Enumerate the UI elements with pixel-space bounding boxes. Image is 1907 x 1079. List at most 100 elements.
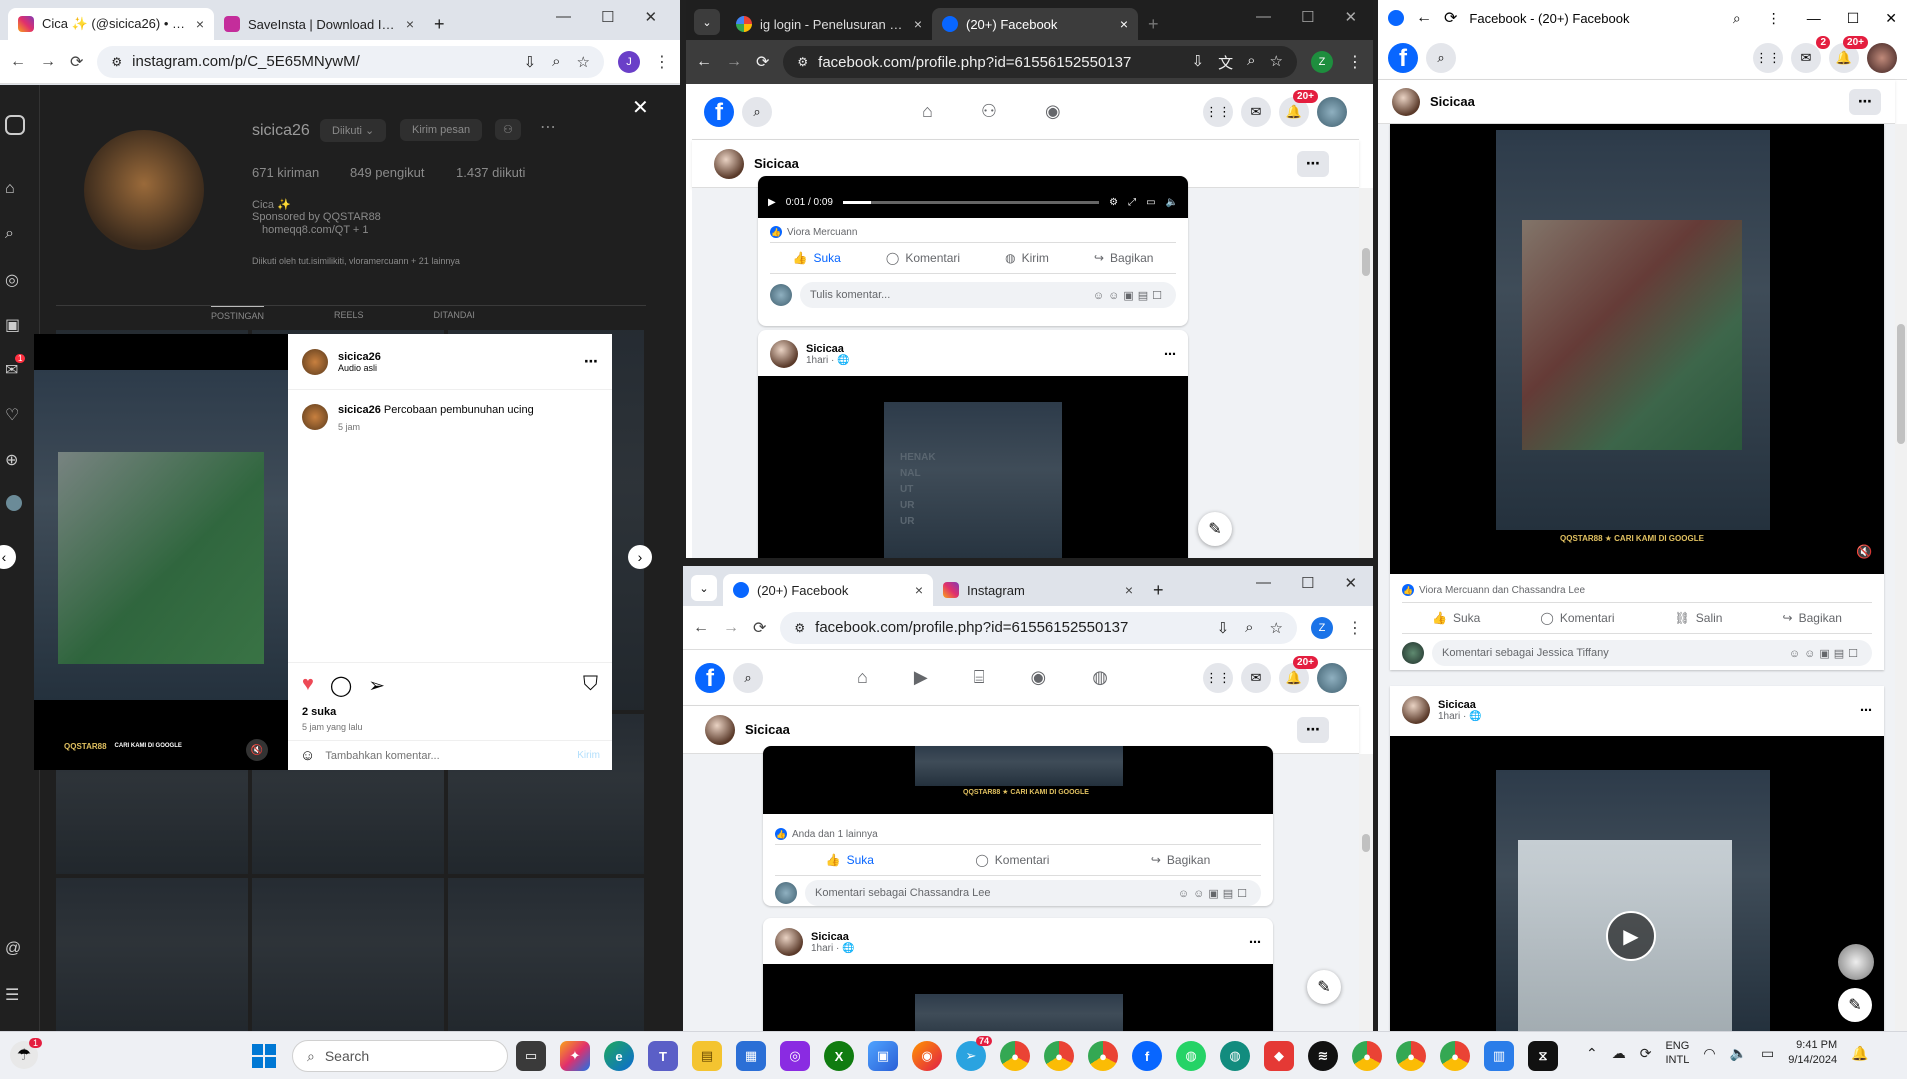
post-author[interactable]: Sicicaa — [811, 931, 855, 943]
music-app-icon[interactable]: ≋ — [1308, 1041, 1338, 1071]
maximize-icon[interactable]: ☐ — [1301, 574, 1314, 592]
reaction-summary[interactable]: 👍 Viora Mercuann dan Chassandra Lee — [1402, 584, 1585, 596]
mute-icon[interactable]: 🔇 — [1856, 544, 1872, 560]
menu-grid-icon[interactable]: ⋮⋮ — [1203, 662, 1233, 693]
chrome-green-icon[interactable]: ● — [1440, 1041, 1470, 1071]
new-message-icon[interactable]: ✎ — [1198, 512, 1232, 546]
search-icon[interactable]: ⌕ — [742, 96, 772, 127]
weather-widget-icon[interactable]: ☂ 1 — [10, 1038, 42, 1069]
whatsapp-business-icon[interactable]: ◍ — [1220, 1041, 1250, 1071]
start-button-icon[interactable] — [252, 1044, 276, 1068]
page-avatar[interactable] — [714, 148, 744, 179]
comment-input[interactable]: Tambahkan komentar... — [325, 750, 439, 762]
messages-icon[interactable]: ✉ 1 — [5, 354, 26, 380]
play-button-icon[interactable]: ▶ — [1606, 911, 1656, 961]
followers-count[interactable]: 849 pengikut — [350, 165, 424, 180]
comment-button[interactable]: ◯ Komentari — [1540, 611, 1614, 625]
video-icon[interactable]: ▶ — [914, 667, 928, 688]
reels-icon[interactable]: ▣ — [5, 315, 20, 335]
menu-kebab-icon[interactable]: ⋮ — [1767, 10, 1781, 27]
messenger-icon[interactable]: ✉ — [1241, 662, 1271, 693]
close-tab-icon[interactable]: × — [915, 582, 923, 598]
threads-icon[interactable]: @ — [5, 940, 21, 958]
back-icon[interactable]: ← — [10, 53, 26, 71]
copilot-icon[interactable]: ✦ — [560, 1041, 590, 1071]
search-icon[interactable]: ⌕ — [1426, 42, 1456, 73]
zoom-icon[interactable]: ⌕ — [552, 53, 560, 71]
save-bookmark-icon[interactable]: ⛉ — [583, 673, 598, 698]
notifications-bell-icon[interactable]: 🔔 20+ — [1829, 35, 1868, 73]
post-video[interactable]: ▶ — [1390, 736, 1884, 1031]
close-modal-icon[interactable]: ✕ — [632, 95, 649, 120]
address-bar[interactable]: ⚙ facebook.com/profile.php?id=6155615255… — [780, 611, 1297, 644]
home-icon[interactable]: ⌂ — [857, 667, 868, 688]
tray-chevron-icon[interactable]: ⌃ — [1586, 1045, 1598, 1062]
like-button[interactable]: 👍 Suka — [1432, 611, 1480, 625]
scrollbar-thumb[interactable] — [1362, 248, 1370, 276]
comment-button[interactable]: ◯ Komentari — [886, 251, 960, 265]
menu-kebab-icon[interactable]: ⋮ — [1347, 52, 1363, 72]
search-icon[interactable]: ⌕ — [733, 662, 763, 693]
post-video[interactable]: QQSTAR88 CARI KAMI DI GOOGLE 🔇 — [34, 334, 288, 770]
scrollbar[interactable] — [1359, 754, 1373, 1031]
profile-avatar[interactable]: Z — [1311, 616, 1333, 639]
add-person-icon[interactable]: ⚇ — [495, 119, 521, 140]
new-tab-button[interactable]: + — [424, 8, 455, 40]
following-button[interactable]: Diikuti ⌄ — [320, 119, 387, 142]
site-info-icon[interactable]: ⚙ — [111, 55, 122, 69]
taskbar-search-box[interactable]: ⌕ Search — [292, 1040, 508, 1072]
bio-link[interactable]: homeqq8.com/QT + 1 — [262, 224, 369, 236]
home-icon[interactable]: ⌂ — [5, 180, 15, 198]
post-comment-button[interactable]: Kirim — [577, 750, 600, 761]
profile-avatar[interactable]: Z — [1311, 51, 1333, 73]
post-video[interactable] — [763, 964, 1273, 1031]
comment-icon[interactable]: ◯ — [330, 673, 352, 698]
new-message-icon[interactable]: ✎ — [1838, 988, 1872, 1022]
close-window-icon[interactable]: ✕ — [1885, 10, 1897, 27]
notifications-heart-icon[interactable]: ♡ — [5, 405, 19, 425]
profile-icon[interactable] — [6, 495, 22, 511]
back-icon[interactable]: ← — [696, 53, 712, 71]
close-window-icon[interactable]: ✕ — [1344, 8, 1357, 26]
new-tab-button[interactable]: + — [1138, 8, 1169, 40]
comment-input[interactable]: Tulis komentar... ☺☺▣▤☐ — [800, 282, 1176, 308]
install-app-icon[interactable]: ⇩ — [1192, 52, 1205, 73]
page-name[interactable]: Sicicaa — [754, 156, 799, 171]
pip-icon[interactable]: ▭ — [1146, 197, 1155, 208]
settings-gear-icon[interactable]: ⚙ — [1109, 197, 1118, 208]
progress-bar[interactable] — [842, 200, 1100, 204]
tab-search-dropdown-icon[interactable]: ⌄ — [694, 9, 720, 35]
close-tab-icon[interactable]: × — [406, 16, 414, 32]
grid-thumbnail[interactable] — [448, 878, 644, 1031]
share-button[interactable]: ↪ Bagikan — [1151, 853, 1210, 867]
task-view-icon[interactable]: ▭ — [516, 1041, 546, 1071]
friends-icon[interactable]: ⚇ — [981, 101, 997, 122]
facebook-logo-icon[interactable]: f — [1388, 42, 1418, 73]
caption-user[interactable]: sicica26 — [338, 404, 381, 416]
send-message-button[interactable]: Kirim pesan — [400, 119, 483, 141]
following-count[interactable]: 1.437 diikuti — [456, 165, 525, 180]
more-options-icon[interactable]: ⋯ — [1849, 88, 1881, 115]
account-avatar[interactable] — [1317, 96, 1347, 127]
tab-facebook[interactable]: (20+) Facebook × — [932, 8, 1138, 40]
tab-reels[interactable]: REELS — [334, 306, 364, 321]
post-video[interactable]: QQSTAR88 ★ CARI KAMI DI GOOGLE — [763, 746, 1273, 814]
new-message-icon[interactable]: ✎ — [1307, 970, 1341, 1004]
instagram-logo-icon[interactable] — [5, 115, 25, 135]
search-icon[interactable]: ⌕ — [5, 225, 14, 243]
post-options-icon[interactable]: ⋯ — [1860, 703, 1872, 717]
tab-search-dropdown-icon[interactable]: ⌄ — [691, 575, 717, 601]
post-video[interactable]: QQSTAR88 ★ CARI KAMI DI GOOGLE 🔇 — [1390, 124, 1884, 574]
mute-icon[interactable]: 🔇 — [246, 739, 268, 761]
profile-picture[interactable] — [84, 130, 204, 250]
profile-avatar[interactable]: J — [618, 50, 640, 73]
create-icon[interactable]: ⊕ — [5, 450, 18, 470]
tab-tagged[interactable]: DITANDAI — [434, 306, 475, 321]
post-time[interactable]: 1hari · 🌐 — [811, 943, 855, 954]
reaction-summary[interactable]: 👍 Anda dan 1 lainnya — [775, 828, 878, 840]
scrollbar-thumb[interactable] — [1897, 324, 1905, 444]
account-avatar[interactable] — [1867, 42, 1897, 73]
next-post-arrow-icon[interactable]: › — [628, 545, 652, 569]
install-app-icon[interactable]: ⇩ — [524, 53, 537, 71]
send-button[interactable]: ◍ Kirim — [1005, 251, 1049, 265]
